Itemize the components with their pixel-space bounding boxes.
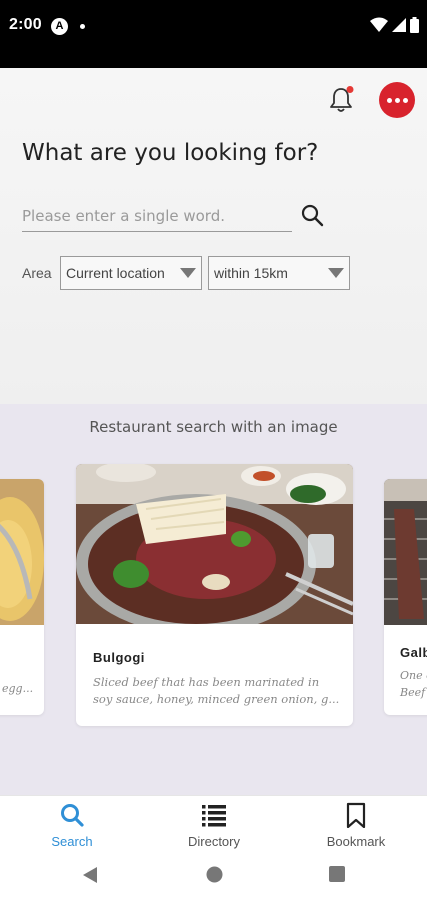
more-dot — [402, 97, 408, 103]
more-menu-button[interactable] — [379, 82, 415, 118]
food-card-title: Galb — [400, 645, 427, 660]
image-search-title: Restaurant search with an image — [89, 418, 338, 436]
nav-directory-label: Directory — [187, 834, 240, 849]
status-icons — [370, 17, 419, 33]
home-icon[interactable] — [206, 866, 223, 883]
food-card-description-line: Sliced beef that has been marinated in s… — [93, 675, 340, 706]
battery-icon — [410, 17, 419, 33]
status-time: 2:00 — [9, 16, 42, 33]
search-input[interactable] — [22, 200, 292, 232]
food-card-title: Bulgogi — [93, 650, 145, 665]
bell-icon[interactable] — [327, 86, 355, 114]
status-bar: 2:00 A — [0, 0, 427, 68]
search-section — [0, 68, 427, 404]
caret-down-icon — [180, 268, 196, 278]
notification-badge — [346, 86, 354, 93]
signal-icon — [392, 18, 406, 32]
page-title: What are you looking for? — [22, 140, 319, 166]
galbi-image — [384, 479, 427, 625]
search-icon[interactable] — [300, 203, 324, 227]
food-image — [0, 479, 44, 625]
distance-select-value: within 15km — [214, 265, 288, 281]
wifi-icon — [370, 17, 388, 32]
nav-bookmark-label: Bookmark — [326, 834, 386, 849]
system-navigation-bar — [0, 855, 427, 900]
list-icon — [202, 805, 226, 827]
caret-down-icon — [328, 268, 344, 278]
app-notification-icon: A — [51, 18, 68, 35]
bulgogi-image — [76, 464, 353, 624]
food-card[interactable]: Bulgogi Sliced beef that has been marina… — [76, 464, 353, 726]
more-dot — [386, 97, 392, 103]
food-card[interactable]: Galb One c Beef o — [384, 479, 427, 715]
bottom-navigation: Search Directory Bookmark — [0, 795, 427, 855]
notification-dot-icon — [80, 24, 85, 29]
food-card-description: One c Beef o — [400, 669, 427, 699]
nav-bookmark[interactable]: Bookmark — [285, 796, 427, 856]
distance-select[interactable]: within 15km — [208, 256, 350, 290]
bookmark-icon — [346, 802, 366, 828]
food-card-description: egg... — [2, 682, 34, 695]
nav-search-label: Search — [51, 834, 93, 849]
location-select[interactable]: Current location — [60, 256, 202, 290]
nav-directory[interactable]: Directory — [143, 796, 285, 856]
nav-search[interactable]: Search — [1, 796, 143, 856]
search-icon — [61, 804, 84, 827]
food-card-description: Sliced beef that has been marinated in s… — [93, 674, 339, 708]
back-icon[interactable] — [82, 866, 98, 884]
recents-icon[interactable] — [329, 866, 345, 882]
location-select-value: Current location — [66, 265, 165, 281]
food-card[interactable]: egg... — [0, 479, 44, 715]
more-dot — [394, 97, 400, 103]
area-label: Area — [22, 265, 52, 281]
